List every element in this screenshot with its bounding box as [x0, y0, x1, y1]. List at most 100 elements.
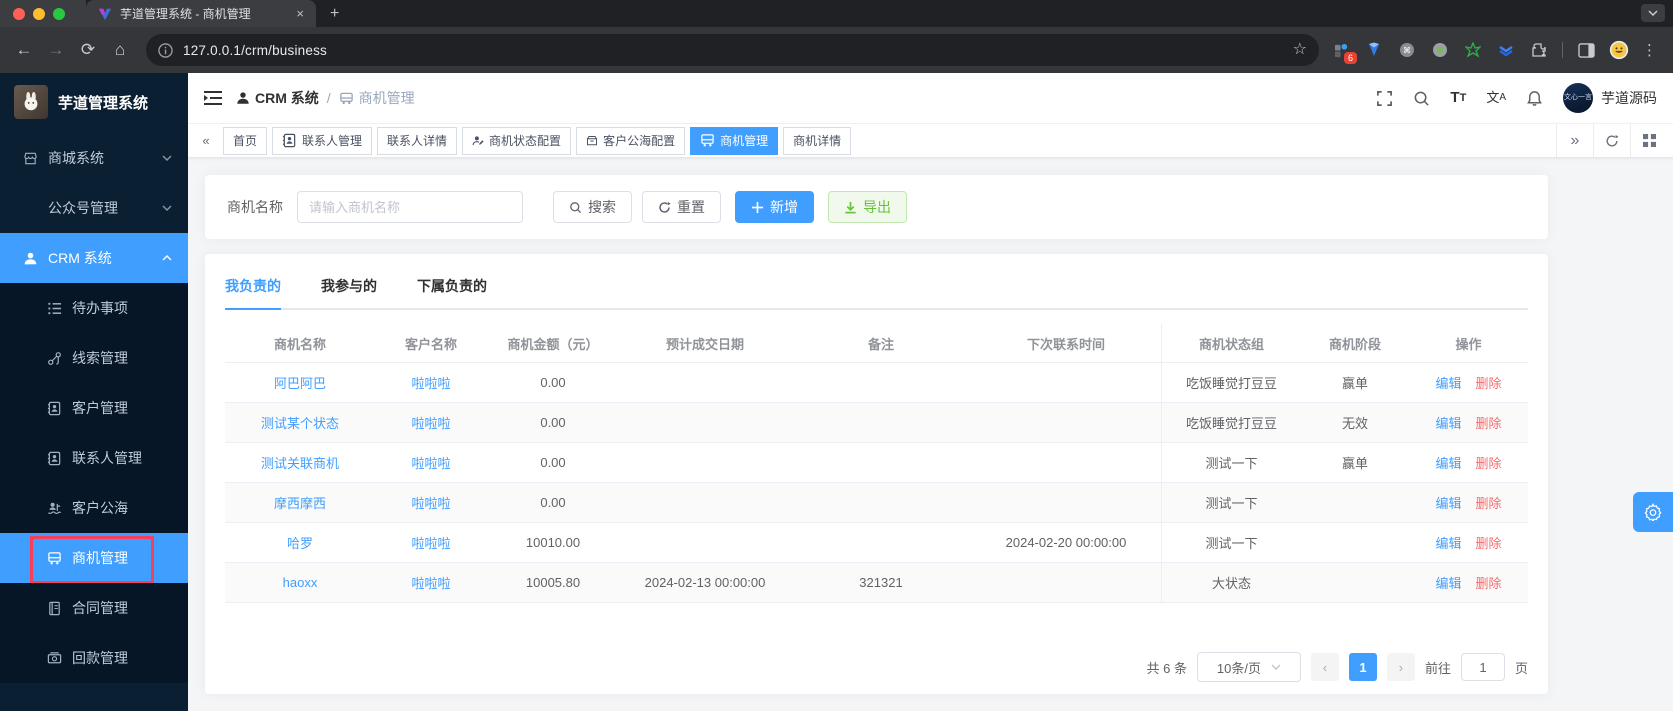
page-number-button[interactable]: 1 [1348, 653, 1377, 681]
tag-商机状态配置[interactable]: 商机状态配置 [462, 126, 572, 155]
customer-name-link[interactable]: 啦啦啦 [411, 493, 450, 512]
business-name-link[interactable]: 哈罗 [287, 533, 313, 552]
customer-name-link[interactable]: 啦啦啦 [411, 533, 450, 552]
tag-商机详情[interactable]: 商机详情 [783, 126, 852, 155]
edit-link[interactable]: 编辑 [1435, 493, 1461, 512]
forward-icon[interactable]: → [42, 36, 70, 64]
sidebar-item-CRM 系统[interactable]: CRM 系统 [0, 233, 188, 283]
business-name-link[interactable]: haoxx [283, 575, 318, 590]
business-name-link[interactable]: 测试某个状态 [261, 413, 339, 432]
table-cell [619, 363, 791, 402]
fullscreen-icon[interactable] [1376, 90, 1393, 107]
search-icon[interactable] [1413, 90, 1430, 107]
minimize-window-button[interactable] [33, 7, 45, 20]
business-name-link[interactable]: 测试关联商机 [261, 453, 339, 472]
edit-link[interactable]: 编辑 [1435, 573, 1461, 592]
customer-name-link[interactable]: 啦啦啦 [411, 573, 450, 592]
edit-link[interactable]: 编辑 [1435, 453, 1461, 472]
tags-scroll-left-icon[interactable]: « [194, 133, 218, 148]
tab-subordinate[interactable]: 下属负责的 [417, 268, 487, 308]
maximize-window-button[interactable] [53, 7, 65, 20]
reset-button[interactable]: 重置 [642, 191, 721, 223]
tags-scroll-right-icon[interactable]: » [1556, 124, 1593, 157]
toolbar-divider [1562, 42, 1563, 58]
profile-avatar-icon[interactable] [1609, 40, 1629, 60]
sidebar-item-商机管理[interactable]: 商机管理 [0, 533, 188, 584]
layout-grid-icon[interactable] [1630, 124, 1667, 157]
tag-联系人详情[interactable]: 联系人详情 [377, 126, 458, 155]
table-cell [971, 403, 1161, 442]
tag-客户公海配置[interactable]: 客户公海配置 [576, 126, 686, 155]
reload-icon[interactable]: ⟳ [74, 36, 102, 64]
customer-name-cell: 啦啦啦 [375, 403, 487, 442]
site-info-icon[interactable] [158, 42, 173, 58]
tab-search-chevron[interactable] [1641, 4, 1665, 22]
customer-name-link[interactable]: 啦啦啦 [411, 453, 450, 472]
close-window-button[interactable] [13, 7, 25, 20]
plus-icon [751, 201, 764, 214]
collapse-sidebar-icon[interactable] [204, 90, 222, 106]
column-header: 下次联系时间 [1026, 336, 1105, 352]
browser-tab[interactable]: 芋道管理系统 - 商机管理 × [86, 0, 316, 27]
sidebar-item-联系人管理[interactable]: 联系人管理 [0, 433, 188, 483]
sidebar-item-待办事项[interactable]: 待办事项 [0, 283, 188, 333]
delete-link[interactable]: 删除 [1476, 573, 1502, 592]
app-logo[interactable]: 芋道管理系统 [0, 77, 188, 127]
extension-command-icon[interactable]: ⌘ [1397, 40, 1417, 60]
customer-name-link[interactable]: 啦啦啦 [411, 413, 450, 432]
export-button[interactable]: 导出 [828, 191, 907, 223]
home-icon[interactable]: ⌂ [106, 36, 134, 64]
tag-首页[interactable]: 首页 [223, 126, 268, 155]
table-cell: 2024-02-13 00:00:00 [644, 575, 766, 590]
tab-close-icon[interactable]: × [294, 6, 306, 21]
business-name-link[interactable]: 摩西摩西 [274, 493, 326, 512]
delete-link[interactable]: 删除 [1476, 373, 1502, 392]
sidebar-item-合同管理[interactable]: 合同管理 [0, 583, 188, 633]
next-page-button[interactable]: › [1386, 653, 1415, 681]
bell-icon[interactable] [1526, 90, 1543, 107]
sidebar-item-商城系统[interactable]: 商城系统 [0, 133, 188, 183]
customer-name-link[interactable]: 啦啦啦 [411, 373, 450, 392]
sidebar-item-客户公海[interactable]: 客户公海 [0, 483, 188, 533]
back-icon[interactable]: ← [10, 36, 38, 64]
delete-link[interactable]: 删除 [1476, 453, 1502, 472]
edit-link[interactable]: 编辑 [1435, 413, 1461, 432]
page-size-select[interactable]: 10条/页 [1196, 652, 1301, 682]
business-name-input[interactable] [297, 191, 523, 223]
sidebar-item-线索管理[interactable]: 线索管理 [0, 333, 188, 383]
sidebar-item-客户管理[interactable]: 客户管理 [0, 383, 188, 433]
edit-link[interactable]: 编辑 [1435, 373, 1461, 392]
delete-link[interactable]: 删除 [1476, 493, 1502, 512]
search-button[interactable]: 搜索 [553, 191, 632, 223]
tag-label: 联系人管理 [302, 134, 363, 148]
extension-blocker-icon[interactable]: 6 [1331, 40, 1357, 64]
tab-my-participated[interactable]: 我参与的 [321, 268, 377, 308]
extension-recorder-icon[interactable] [1430, 40, 1450, 60]
sidebar-item-回款管理[interactable]: 回款管理 [0, 633, 188, 683]
tag-联系人管理[interactable]: 联系人管理 [272, 126, 373, 155]
address-bar[interactable]: 127.0.0.1/crm/business ☆ [146, 34, 1319, 66]
user-menu[interactable]: 文心一言 芋道源码 [1563, 83, 1657, 113]
puzzle-extensions-icon[interactable] [1529, 40, 1549, 60]
delete-link[interactable]: 删除 [1476, 533, 1502, 552]
business-name-link[interactable]: 阿巴阿巴 [274, 373, 326, 392]
actions-cell: 编辑 删除 [1409, 523, 1528, 562]
tag-商机管理[interactable]: 商机管理 [690, 126, 779, 155]
extension-star-icon[interactable] [1463, 40, 1483, 60]
side-panel-icon[interactable] [1576, 40, 1596, 60]
settings-fab[interactable] [1633, 492, 1673, 532]
extension-diamond-icon[interactable] [1364, 40, 1384, 60]
new-tab-button[interactable]: + [330, 5, 339, 23]
tab-my-responsible[interactable]: 我负责的 [225, 268, 281, 310]
edit-link[interactable]: 编辑 [1435, 533, 1461, 552]
goto-page-input[interactable] [1460, 653, 1505, 681]
sidebar-item-公众号管理[interactable]: 公众号管理 [0, 183, 188, 233]
browser-menu-icon[interactable]: ⋮ [1642, 41, 1657, 59]
browser-toolbar: ← → ⟳ ⌂ 127.0.0.1/crm/business ☆ 6 ⌘ ⋮ [0, 27, 1673, 73]
breadcrumb-item-crm[interactable]: CRM 系统 [236, 88, 319, 108]
extension-layers-icon[interactable] [1496, 40, 1516, 60]
add-button[interactable]: 新增 [735, 191, 814, 223]
delete-link[interactable]: 删除 [1476, 413, 1502, 432]
tags-refresh-icon[interactable] [1593, 124, 1630, 157]
prev-page-button[interactable]: ‹ [1310, 653, 1339, 681]
